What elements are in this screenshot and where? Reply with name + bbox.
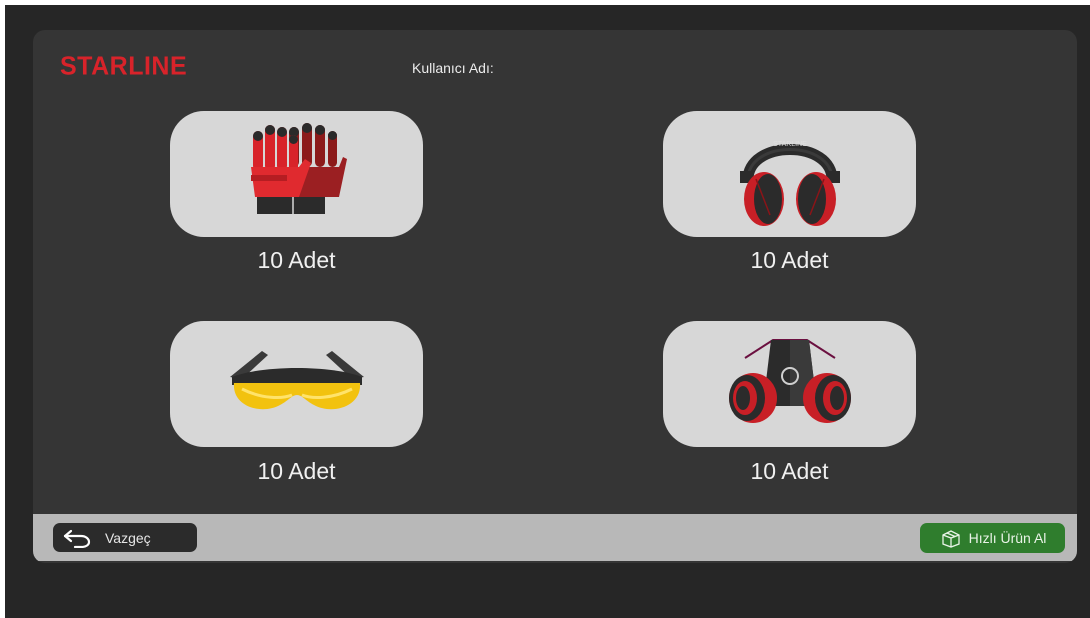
- product-quantity: 10 Adet: [750, 458, 829, 484]
- app-screen: STARLINE Kullanıcı Adı: 10 Adet STARLINE…: [5, 5, 1090, 618]
- product-quantity: 10 Adet: [257, 458, 336, 484]
- svg-text:STARLINE: STARLINE: [773, 141, 807, 148]
- product-quantity: 10 Adet: [750, 247, 829, 273]
- product-card-gloves[interactable]: [170, 111, 423, 237]
- product-card-earmuffs[interactable]: STARLINE: [663, 111, 916, 237]
- cancel-button-label: Vazgeç: [105, 529, 151, 546]
- earmuffs-icon: STARLINE: [739, 141, 840, 226]
- back-arrow-icon: [63, 528, 91, 548]
- main-panel: STARLINE Kullanıcı Adı: 10 Adet STARLINE…: [33, 30, 1077, 563]
- safety-glasses-icon: [229, 351, 364, 410]
- quick-buy-button[interactable]: Hızlı Ürün Al: [920, 523, 1065, 553]
- cancel-button[interactable]: Vazgeç: [53, 523, 197, 552]
- gloves-icon: [250, 123, 347, 214]
- product-card-safety-glasses[interactable]: [170, 321, 423, 447]
- username-label: Kullanıcı Adı:: [412, 60, 494, 76]
- respirator-icon: [728, 339, 851, 423]
- quick-buy-button-label: Hızlı Ürün Al: [968, 530, 1047, 546]
- brand-logo: STARLINE: [60, 51, 188, 81]
- product-card-respirator[interactable]: [663, 321, 916, 447]
- bottom-bar: Vazgeç Hızlı Ürün Al: [33, 514, 1077, 561]
- product-quantity: 10 Adet: [257, 247, 336, 273]
- package-icon: [939, 528, 963, 548]
